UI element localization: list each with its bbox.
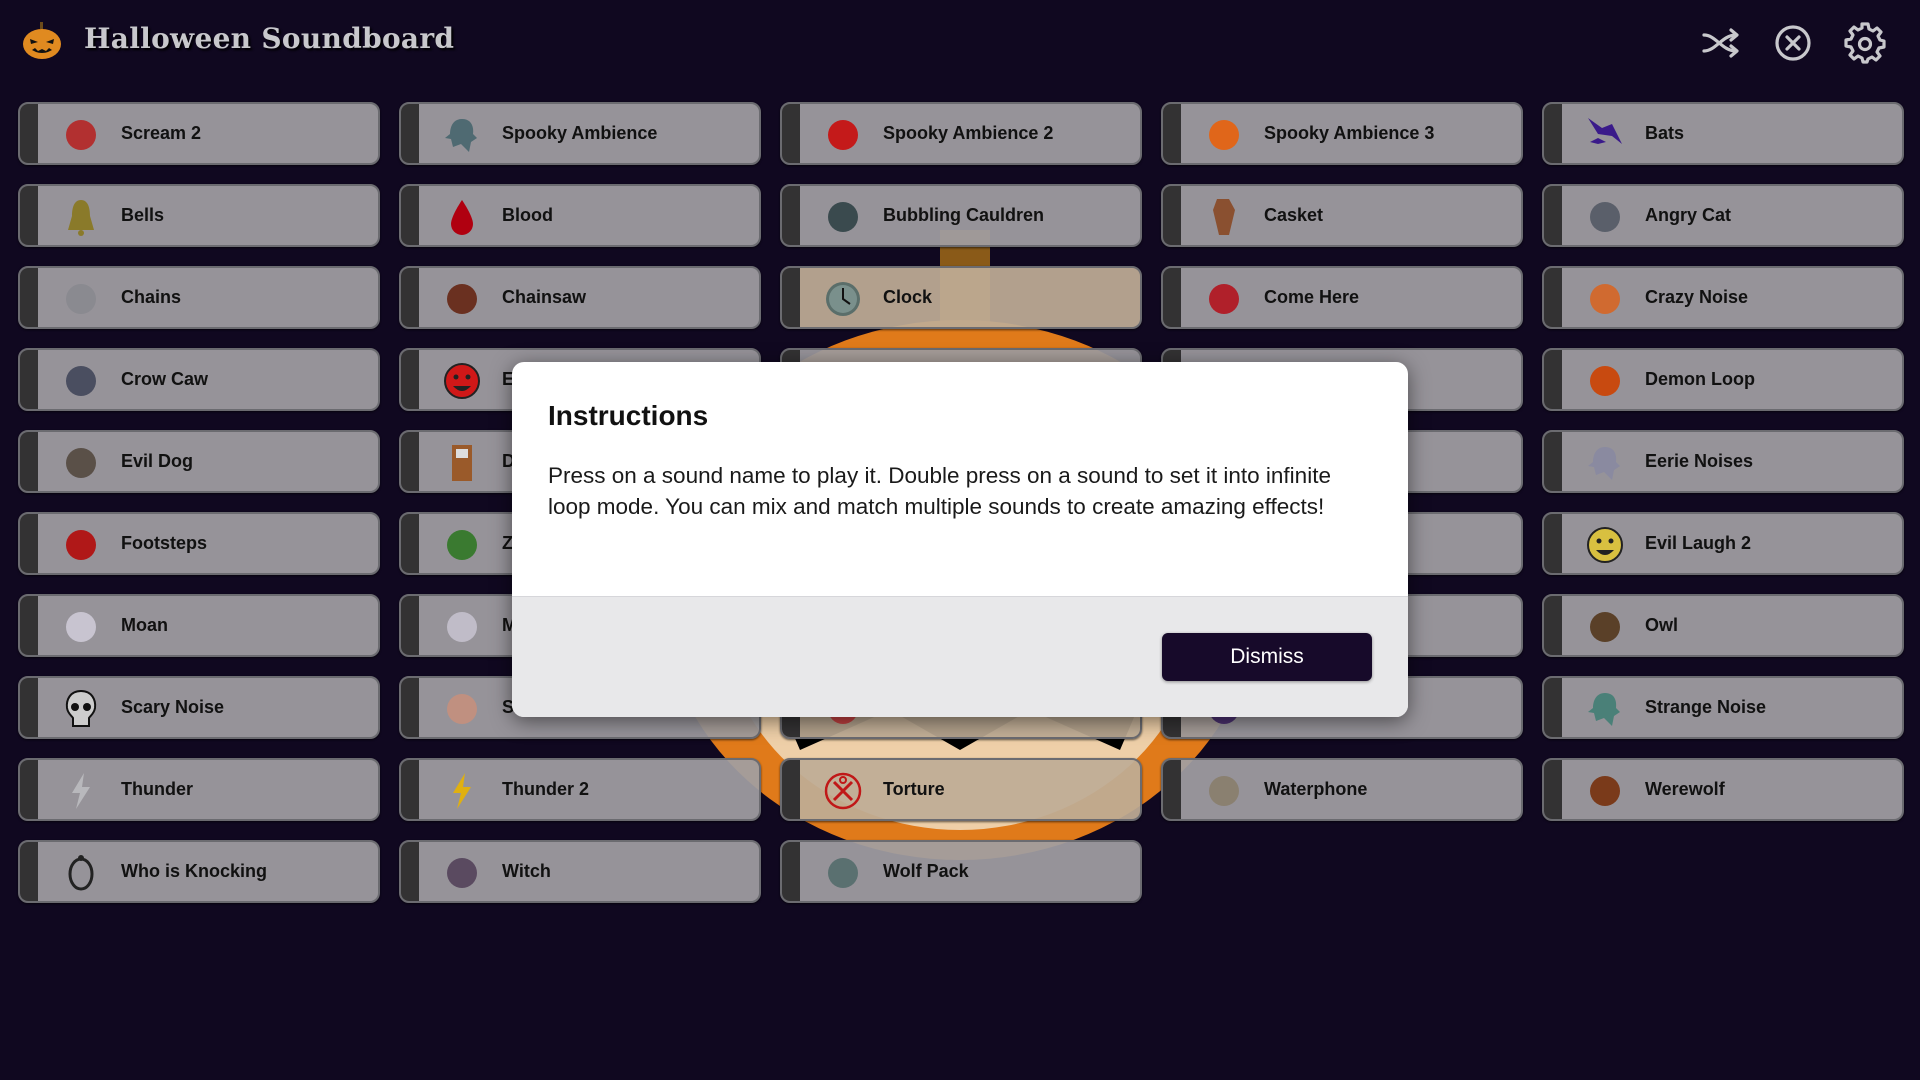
dialog-title: Instructions	[548, 400, 709, 431]
dialog-body: Press on a sound name to play it. Double…	[548, 463, 1331, 519]
instructions-dialog: Instructions Press on a sound name to pl…	[512, 362, 1408, 717]
dismiss-button[interactable]: Dismiss	[1162, 633, 1372, 681]
modal-overlay: Instructions Press on a sound name to pl…	[0, 0, 1920, 1080]
dialog-footer: Dismiss	[512, 596, 1408, 717]
